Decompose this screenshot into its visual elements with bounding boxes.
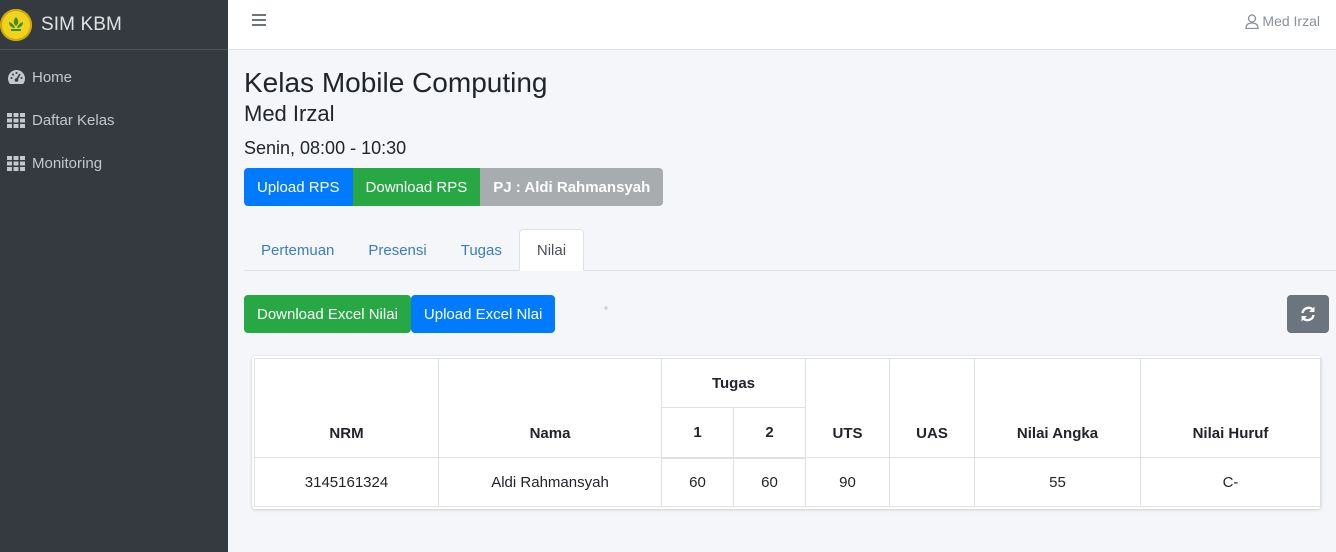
rps-button-group: Upload RPS Download RPS PJ : Aldi Rahman…	[244, 168, 1336, 206]
class-tabs: Pertemuan Presensi Tugas Nilai	[244, 229, 1336, 271]
grid-icon	[6, 112, 26, 130]
cell-tugas-1: 60	[661, 457, 734, 507]
cell-nilai-angka: 55	[974, 457, 1141, 507]
page-title: Kelas Mobile Computing	[244, 67, 548, 98]
tab-nilai[interactable]: Nilai	[518, 229, 585, 271]
header-tugas-2: 2	[733, 407, 806, 459]
sidebar-item-label: Daftar Kelas	[32, 112, 115, 129]
sidebar-item-monitoring[interactable]: Monitoring	[0, 142, 228, 185]
sidebar-item-daftar-kelas[interactable]: Daftar Kelas	[0, 99, 228, 142]
sidebar-item-home[interactable]: Home	[0, 56, 228, 99]
grades-table: NRM Nama Tugas UTS UAS Nilai Angka Nilai…	[254, 358, 1321, 507]
header-uas: UAS	[889, 358, 975, 458]
header-tugas: Tugas	[661, 358, 806, 408]
cell-nama: Aldi Rahmansyah	[438, 457, 662, 507]
cell-uts: 90	[805, 457, 890, 507]
loading-indicator: °	[604, 306, 608, 317]
cell-nilai-huruf: C-	[1140, 457, 1321, 507]
class-schedule: Senin, 08:00 - 10:30	[244, 138, 407, 158]
upload-excel-button[interactable]: Upload Excel Nlai	[410, 295, 556, 333]
hamburger-icon[interactable]	[252, 14, 266, 28]
refresh-icon	[1301, 306, 1315, 322]
upload-rps-button[interactable]: Upload RPS	[244, 168, 353, 206]
cell-nrm: 3145161324	[254, 457, 439, 507]
tab-pertemuan[interactable]: Pertemuan	[244, 229, 351, 271]
sidebar: SIM KBM Home Daftar Kelas Monitoring	[0, 0, 228, 552]
excel-button-group: Download Excel Nilai Upload Excel Nlai	[244, 295, 556, 333]
lecturer-name: Med Irzal	[244, 101, 335, 126]
main-content: Kelas Mobile Computing Med Irzal Senin, …	[244, 50, 1336, 509]
sidebar-item-label: Monitoring	[32, 155, 103, 172]
header-nrm: NRM	[254, 358, 439, 458]
header-tugas-1: 1	[661, 407, 734, 459]
sidebar-item-label: Home	[32, 69, 73, 86]
header-nilai-huruf: Nilai Huruf	[1140, 358, 1321, 458]
header-nama: Nama	[438, 358, 662, 458]
tab-presensi[interactable]: Presensi	[351, 229, 443, 271]
grid-icon	[6, 155, 26, 173]
sidebar-nav: Home Daftar Kelas Monitoring	[0, 56, 228, 185]
download-rps-button[interactable]: Download RPS	[352, 168, 481, 206]
table-row: 3145161324 Aldi Rahmansyah 60 60 90 55 C…	[254, 457, 1321, 507]
refresh-button[interactable]	[1287, 295, 1329, 333]
user-menu[interactable]: Med Irzal	[1245, 13, 1320, 29]
dashboard-icon	[6, 69, 26, 87]
pj-badge-button[interactable]: PJ : Aldi Rahmansyah	[480, 168, 664, 206]
cell-tugas-2: 60	[733, 457, 806, 507]
user-icon	[1245, 13, 1260, 29]
leaf-emblem-icon	[0, 8, 32, 41]
brand-name: SIM KBM	[41, 13, 122, 35]
grades-card: NRM Nama Tugas UTS UAS Nilai Angka Nilai…	[252, 356, 1321, 509]
brand-link[interactable]: SIM KBM	[0, 0, 228, 50]
header-uts: UTS	[805, 358, 890, 458]
top-navbar: Med Irzal	[228, 0, 1336, 50]
header-nilai-angka: Nilai Angka	[974, 358, 1141, 458]
download-excel-button[interactable]: Download Excel Nilai	[244, 295, 411, 333]
user-name: Med Irzal	[1262, 13, 1320, 29]
cell-uas	[889, 457, 975, 507]
tab-tugas[interactable]: Tugas	[444, 229, 519, 271]
